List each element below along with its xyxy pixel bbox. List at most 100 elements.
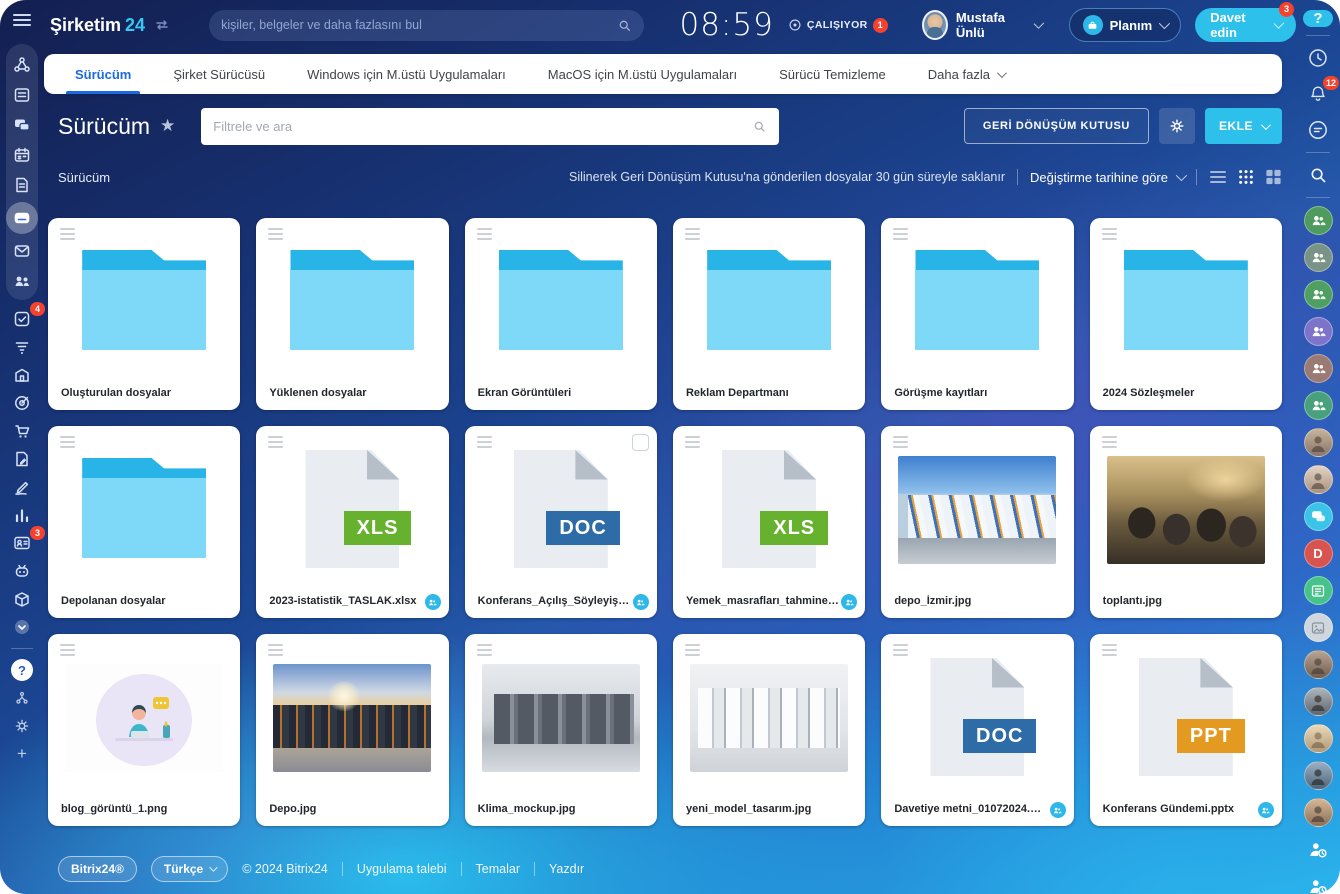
select-checkbox[interactable] (632, 434, 649, 451)
folder-card[interactable]: Reklam Departmanı (673, 218, 865, 410)
tab-macos-apps[interactable]: MacOS için M.üstü Uygulamaları (527, 54, 758, 94)
tab-company-drive[interactable]: Şirket Sürücüsü (152, 54, 286, 94)
sidebar-item-workgroups[interactable] (6, 268, 38, 294)
sidebar-item-inventory[interactable] (6, 586, 38, 612)
card-menu-icon[interactable] (1102, 644, 1117, 656)
folder-card[interactable]: Yüklenen dosyalar (256, 218, 448, 410)
tab-more[interactable]: Daha fazla (907, 54, 1025, 94)
sidebar-item-esign[interactable] (6, 474, 38, 500)
footer-link-themes[interactable]: Temalar (476, 862, 520, 876)
group-avatar[interactable] (1304, 317, 1333, 346)
sidebar-item-bi[interactable] (6, 502, 38, 528)
sidebar-item-copilot[interactable] (6, 558, 38, 584)
recycle-bin-button[interactable]: GERİ DÖNÜŞÜM KUTUSU (964, 108, 1149, 144)
folder-card[interactable]: Görüşme kayıtları (881, 218, 1073, 410)
user-avatar[interactable] (1304, 428, 1333, 457)
shared-users-icon[interactable] (1050, 802, 1066, 818)
footer-link-print[interactable]: Yazdır (549, 862, 584, 876)
sidebar-structure[interactable] (6, 685, 38, 711)
card-menu-icon[interactable] (268, 644, 283, 656)
image-card[interactable]: Depo.jpg (256, 634, 448, 826)
group-avatar[interactable] (1304, 280, 1333, 309)
sidebar-item-collab[interactable] (6, 52, 38, 78)
file-card[interactable]: PPTKonferans Gündemi.pptx (1090, 634, 1282, 826)
shared-users-icon[interactable] (425, 594, 441, 610)
sidebar-item-calendar[interactable] (6, 142, 38, 168)
sidebar-item-feed[interactable] (6, 82, 38, 108)
folder-card[interactable]: 2024 Sözleşmeler (1090, 218, 1282, 410)
group-avatar[interactable] (1304, 354, 1333, 383)
notifications-button[interactable]: 12 (1304, 80, 1332, 108)
card-menu-icon[interactable] (893, 228, 908, 240)
card-menu-icon[interactable] (685, 228, 700, 240)
sidebar-collapse[interactable] (6, 614, 38, 640)
user-avatar[interactable] (1304, 687, 1333, 716)
file-card[interactable]: XLSYemek_masrafları_tahminen.xlsx (673, 426, 865, 618)
group-avatar[interactable] (1304, 243, 1333, 272)
card-menu-icon[interactable] (685, 644, 700, 656)
feed-avatar[interactable] (1304, 576, 1333, 605)
card-menu-icon[interactable] (60, 436, 75, 448)
card-menu-icon[interactable] (1102, 228, 1117, 240)
folder-card[interactable]: Ekran Görüntüleri (465, 218, 657, 410)
file-card[interactable]: XLS2023-istatistik_TASLAK.xlsx (256, 426, 448, 618)
sidebar-item-tasks[interactable]: 4 (6, 306, 38, 332)
letter-avatar-d[interactable]: D (1304, 539, 1333, 568)
card-menu-icon[interactable] (893, 436, 908, 448)
language-selector[interactable]: Türkçe (151, 856, 228, 882)
user-avatar[interactable] (1304, 724, 1333, 753)
sidebar-add-section[interactable]: + (6, 741, 38, 767)
work-clock[interactable]: 08:59 (680, 7, 774, 43)
global-search-input[interactable] (221, 18, 616, 32)
image-card[interactable]: blog_görüntü_1.png (48, 634, 240, 826)
image-card[interactable]: toplantı.jpg (1090, 426, 1282, 618)
breadcrumb[interactable]: Sürücüm (58, 170, 110, 185)
card-menu-icon[interactable] (477, 644, 492, 656)
card-menu-icon[interactable] (685, 436, 700, 448)
shared-users-icon[interactable] (633, 594, 649, 610)
sidebar-settings[interactable] (6, 713, 38, 739)
card-menu-icon[interactable] (477, 228, 492, 240)
search-panel-button[interactable] (1304, 161, 1332, 189)
sidebar-item-company[interactable] (6, 362, 38, 388)
tile-view-button[interactable] (1265, 169, 1282, 185)
sidebar-item-drive[interactable] (6, 202, 38, 234)
user-menu[interactable]: Mustafa Ünlü (922, 10, 1041, 40)
image-card[interactable]: depo_İzmir.jpg (881, 426, 1073, 618)
work-status[interactable]: ÇALIŞIYOR 1 (788, 18, 888, 33)
invite-button[interactable]: Davet edin 3 (1195, 8, 1296, 42)
messenger-panel-button[interactable] (1304, 116, 1332, 144)
card-menu-icon[interactable] (893, 644, 908, 656)
invited-user-icon[interactable] (1304, 872, 1333, 894)
folder-card[interactable]: Depolanan dosyalar (48, 426, 240, 618)
invited-user-icon[interactable] (1304, 835, 1333, 864)
shared-users-icon[interactable] (1258, 802, 1274, 818)
sort-dropdown[interactable]: Değiştirme tarihine göre (1030, 170, 1184, 185)
file-card[interactable]: DOCDavetiye metni_01072024.docx (881, 634, 1073, 826)
sidebar-item-sign[interactable] (6, 446, 38, 472)
card-menu-icon[interactable] (60, 644, 75, 656)
plan-button[interactable]: Planım (1069, 8, 1182, 42)
user-avatar[interactable] (922, 10, 948, 40)
logo[interactable]: Şirketim 24 (50, 15, 169, 36)
sidebar-help[interactable]: ? (6, 657, 38, 683)
tab-windows-apps[interactable]: Windows için M.üstü Uygulamaları (286, 54, 527, 94)
image-card[interactable]: Klima_mockup.jpg (465, 634, 657, 826)
menu-icon[interactable] (13, 14, 31, 26)
list-view-button[interactable] (1209, 169, 1227, 185)
help-button[interactable]: ? (1303, 10, 1333, 27)
tab-drive-cleanup[interactable]: Sürücü Temizleme (758, 54, 907, 94)
sidebar-item-mail[interactable] (6, 238, 38, 264)
card-menu-icon[interactable] (268, 436, 283, 448)
sidebar-item-contact-center[interactable]: 3 (6, 530, 38, 556)
user-avatar[interactable] (1304, 465, 1333, 494)
sidebar-item-crm[interactable] (6, 334, 38, 360)
sidebar-item-store[interactable] (6, 418, 38, 444)
footer-link-app-request[interactable]: Uygulama talebi (357, 862, 447, 876)
add-button[interactable]: EKLE (1205, 108, 1282, 144)
filter-search-input[interactable] (213, 119, 752, 134)
sidebar-item-messenger[interactable] (6, 112, 38, 138)
group-avatar[interactable] (1304, 206, 1333, 235)
bitrix24-brand-button[interactable]: Bitrix24® (58, 856, 137, 882)
search-icon[interactable] (617, 18, 632, 33)
